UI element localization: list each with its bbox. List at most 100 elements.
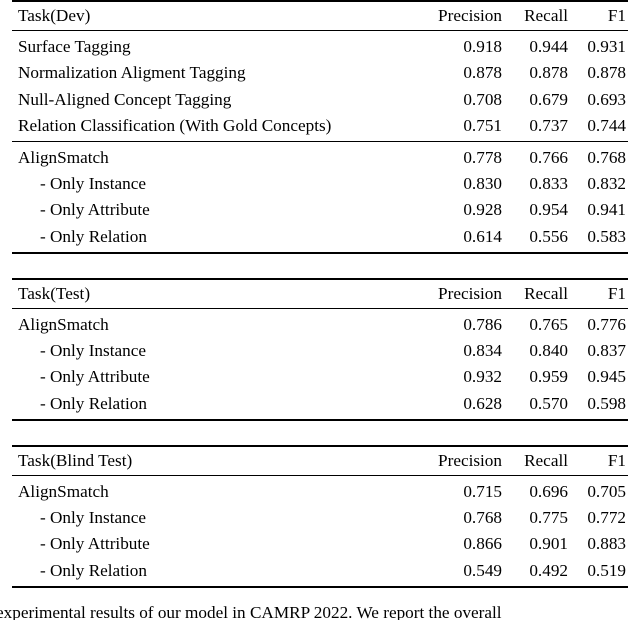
row-label: Normalization Aligment Tagging xyxy=(18,63,246,83)
cell-recall: 0.959 xyxy=(529,367,568,387)
table-row: Surface Tagging 0.918 0.944 0.931 xyxy=(12,30,628,60)
cell-f1: 0.776 xyxy=(570,308,628,338)
table-row: - Only Relation 0.628 0.570 0.598 xyxy=(12,389,628,421)
table-row: - Only Attribute 0.932 0.959 0.945 xyxy=(12,363,628,389)
row-label: - Only Attribute xyxy=(12,196,424,222)
table-row: - Only Attribute 0.866 0.901 0.883 xyxy=(12,530,628,556)
results-table-test: Task(Test) Precision Recall F1 AlignSmat… xyxy=(12,277,628,421)
column-header-f1: F1 xyxy=(570,277,628,309)
cell-recall: 0.696 xyxy=(504,475,570,505)
column-header-task: Task(Blind Test) xyxy=(12,444,424,476)
cell-f1: 0.705 xyxy=(570,475,628,505)
row-label: Surface Tagging xyxy=(12,30,424,60)
table-row: - Only Instance 0.834 0.840 0.837 xyxy=(12,337,628,363)
cell-precision: 0.932 xyxy=(463,367,502,387)
table-row: Null-Aligned Concept Tagging 0.708 0.679… xyxy=(12,86,628,112)
row-label-text: - Only Attribute xyxy=(40,534,150,554)
tables-container: Task(Dev) Precision Recall F1 Surface Ta… xyxy=(0,0,640,588)
cell-recall: 0.954 xyxy=(529,200,568,220)
column-header-f1: F1 xyxy=(570,444,628,476)
cell-precision: 0.928 xyxy=(463,200,502,220)
results-table-blind-test: Task(Blind Test) Precision Recall F1 Ali… xyxy=(12,444,628,588)
column-header-recall: Recall xyxy=(504,444,570,476)
table-row: AlignSmatch 0.715 0.696 0.705 xyxy=(12,475,628,505)
column-header-recall: Recall xyxy=(504,277,570,309)
column-header-recall: Recall xyxy=(504,0,570,31)
row-label: - Only Instance xyxy=(12,337,424,363)
cell-f1: 0.693 xyxy=(587,89,626,109)
cell-precision: 0.778 xyxy=(424,141,504,171)
table-header-row: Task(Test) Precision Recall F1 xyxy=(12,277,628,309)
row-label: - Only Attribute xyxy=(12,530,424,556)
cell-precision: 0.549 xyxy=(424,556,504,588)
row-label: - Only Instance xyxy=(12,504,424,530)
column-header-precision: Precision xyxy=(424,0,504,31)
cell-precision: 0.786 xyxy=(424,308,504,338)
row-label: - Only Instance xyxy=(12,170,424,196)
cell-f1: 0.519 xyxy=(570,556,628,588)
column-header-f1: F1 xyxy=(570,0,628,31)
table-row: Normalization Aligment Tagging 0.878 0.8… xyxy=(12,59,628,85)
row-label-text: - Only Instance xyxy=(40,174,146,194)
table-header-row: Task(Blind Test) Precision Recall F1 xyxy=(12,444,628,476)
results-table-dev: Task(Dev) Precision Recall F1 Surface Ta… xyxy=(12,0,628,254)
cell-precision: 0.768 xyxy=(463,508,502,528)
figure-caption: f experimental results of our model in C… xyxy=(0,604,640,620)
cell-f1: 0.945 xyxy=(587,367,626,387)
cell-recall: 0.765 xyxy=(504,308,570,338)
cell-precision: 0.751 xyxy=(463,115,502,135)
cell-recall: 0.556 xyxy=(504,222,570,254)
table-row: AlignSmatch 0.786 0.765 0.776 xyxy=(12,308,628,338)
cell-precision: 0.830 xyxy=(463,174,502,194)
cell-recall: 0.492 xyxy=(504,556,570,588)
cell-recall: 0.833 xyxy=(529,174,568,194)
cell-recall: 0.840 xyxy=(529,341,568,361)
row-label: AlignSmatch xyxy=(12,475,424,505)
row-label-text: - Only Instance xyxy=(40,508,146,528)
table-row: - Only Relation 0.549 0.492 0.519 xyxy=(12,556,628,588)
cell-precision: 0.614 xyxy=(424,222,504,254)
table-row: - Only Instance 0.768 0.775 0.772 xyxy=(12,504,628,530)
row-label-text: - Only Relation xyxy=(40,560,147,580)
cell-f1: 0.768 xyxy=(570,141,628,171)
cell-precision: 0.628 xyxy=(424,389,504,421)
cell-recall: 0.570 xyxy=(504,389,570,421)
row-label: AlignSmatch xyxy=(12,141,424,171)
cell-f1: 0.883 xyxy=(587,534,626,554)
cell-f1: 0.832 xyxy=(587,174,626,194)
row-label-text: - Only Instance xyxy=(40,341,146,361)
cell-f1: 0.598 xyxy=(570,389,628,421)
cell-f1: 0.931 xyxy=(570,30,628,60)
table-row: - Only Attribute 0.928 0.954 0.941 xyxy=(12,196,628,222)
cell-precision: 0.918 xyxy=(424,30,504,60)
cell-precision: 0.708 xyxy=(463,89,502,109)
cell-f1: 0.878 xyxy=(587,63,626,83)
cell-recall: 0.737 xyxy=(529,115,568,135)
cell-recall: 0.679 xyxy=(529,89,568,109)
table-figure-page: Task(Dev) Precision Recall F1 Surface Ta… xyxy=(0,0,640,620)
cell-precision: 0.834 xyxy=(463,341,502,361)
cell-precision: 0.866 xyxy=(463,534,502,554)
row-label: Null-Aligned Concept Tagging xyxy=(18,89,232,109)
table-row: Relation Classification (With Gold Conce… xyxy=(12,112,628,142)
cell-precision: 0.878 xyxy=(463,63,502,83)
cell-f1: 0.744 xyxy=(587,115,626,135)
row-label-text: - Only Attribute xyxy=(40,200,150,220)
table-header-row: Task(Dev) Precision Recall F1 xyxy=(12,0,628,31)
table-row: AlignSmatch 0.778 0.766 0.768 xyxy=(12,141,628,171)
table-row: - Only Relation 0.614 0.556 0.583 xyxy=(12,222,628,254)
row-label: - Only Relation xyxy=(12,389,424,421)
cell-f1: 0.837 xyxy=(587,341,626,361)
row-label: - Only Relation xyxy=(12,556,424,588)
cell-f1: 0.583 xyxy=(570,222,628,254)
column-header-precision: Precision xyxy=(424,277,504,309)
row-label: - Only Relation xyxy=(12,222,424,254)
table-row: - Only Instance 0.830 0.833 0.832 xyxy=(12,170,628,196)
cell-recall: 0.766 xyxy=(504,141,570,171)
cell-recall: 0.878 xyxy=(529,63,568,83)
row-label: Relation Classification (With Gold Conce… xyxy=(18,115,332,135)
cell-recall: 0.901 xyxy=(529,534,568,554)
row-label: - Only Attribute xyxy=(12,363,424,389)
row-label-text: - Only Relation xyxy=(40,393,147,413)
row-label-text: - Only Attribute xyxy=(40,367,150,387)
